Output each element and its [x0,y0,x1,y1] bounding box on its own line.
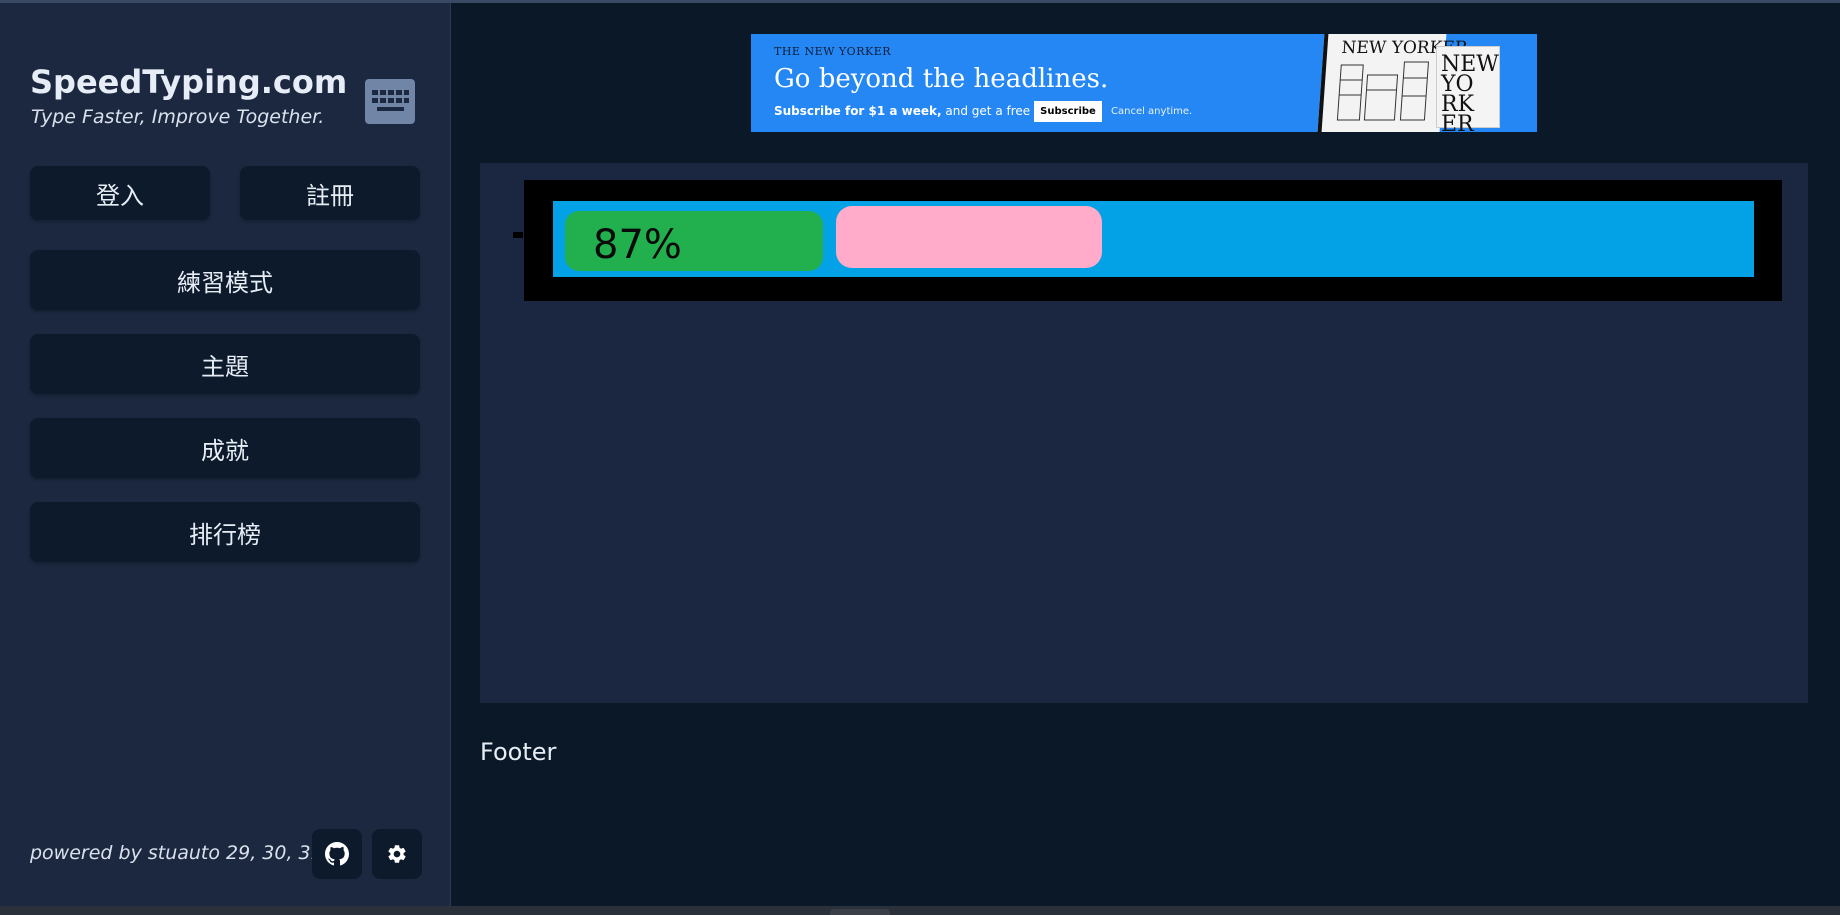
register-button[interactable]: 註冊 [240,166,420,220]
window-bottom-handle[interactable] [830,909,890,915]
ad-brand: THE NEW YORKER [774,45,892,58]
ad-headline: Go beyond the headlines. [774,64,1109,94]
ad-subtext-bold: Subscribe for $1 a week, [774,104,942,118]
gear-icon[interactable] [372,829,422,879]
nav-themes[interactable]: 主題 [30,334,420,394]
credit-text: powered by stuauto 29, 30, 31 [30,842,323,864]
keyboard-icon[interactable] [365,79,415,124]
site-title[interactable]: SpeedTyping.com [30,63,347,101]
nav-achievements[interactable]: 成就 [30,418,420,478]
sidebar: SpeedTyping.com Type Faster, Improve Tog… [0,3,451,906]
nav-leaderboard[interactable]: 排行榜 [30,502,420,562]
site-tagline: Type Faster, Improve Together. [31,106,325,128]
player-progress-car: 87% [565,211,823,271]
ad-subtext: Subscribe for $1 a week, and get a free … [774,104,1062,118]
footer-label: Footer [480,738,557,766]
ad-cancel-text: Cancel anytime. [1111,106,1193,117]
opponent-car [836,206,1102,268]
ad-tote-image: NEW YO RK ER [1436,46,1500,132]
ad-subscribe-button[interactable]: Subscribe [1034,101,1102,122]
race-start-marker [513,232,523,238]
github-icon[interactable] [312,829,362,879]
player-progress-text: 87% [593,222,682,268]
nav-practice-mode[interactable]: 練習模式 [30,250,420,310]
login-button[interactable]: 登入 [30,166,210,220]
window-bottom-bar [0,906,1840,915]
ad-magazine-image: NEW YORKER [1317,34,1468,132]
ad-tote-text: NEW YO RK ER [1441,52,1499,133]
advertisement-banner[interactable]: THE NEW YORKER Go beyond the headlines. … [751,34,1537,132]
